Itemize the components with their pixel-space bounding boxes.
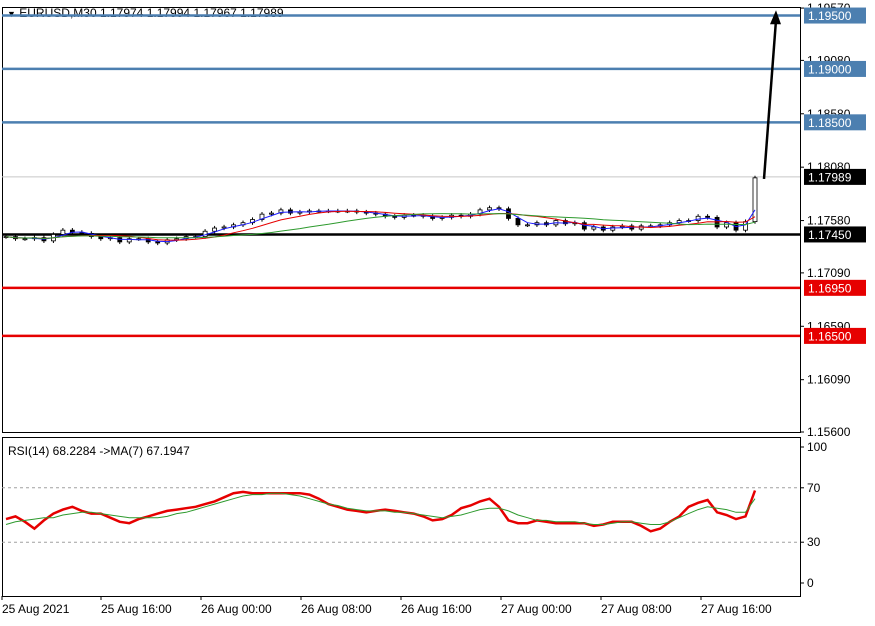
price-tick-label: 1.15600 [807,425,851,439]
rsi-title: RSI(14) 68.2284 ->MA(7) 67.1947 [8,444,190,458]
candle-body [221,226,227,229]
candle-body [525,224,530,227]
x-tick-label: 27 Aug 08:00 [601,602,672,616]
chart-canvas[interactable]: 1.195701.190801.185801.180801.175801.170… [0,0,875,626]
level-label: 1.16950 [808,281,852,295]
x-tick-label: 27 Aug 16:00 [701,602,772,616]
level-label: 1.19000 [808,62,852,76]
x-tick-label: 27 Aug 00:00 [501,602,572,616]
rsi-ma-line [5,492,756,525]
price-tick-label: 1.17580 [807,214,851,228]
candle-body [155,241,161,244]
target-arrow-head [770,10,781,25]
rsi-tick-label: 70 [807,481,821,495]
x-tick-label: 26 Aug 00:00 [201,602,272,616]
candle-body [22,238,28,241]
candle-body [515,218,521,226]
level-label: 1.18500 [808,116,852,130]
candle-body [591,226,597,230]
x-tick-label: 25 Aug 16:00 [101,602,172,616]
candle-body [269,212,274,215]
x-tick-label: 26 Aug 08:00 [301,602,372,616]
level-label: 1.17989 [808,170,852,184]
candle-body [705,215,710,218]
rsi-tick-label: 30 [807,535,821,549]
price-panel [2,7,801,433]
target-arrow-shaft [762,20,778,180]
candle-body [752,177,758,223]
rsi-tick-label: 100 [807,440,827,454]
x-tick-label: 26 Aug 16:00 [401,602,472,616]
x-tick-label: 25 Aug 2021 [2,602,70,616]
level-label: 1.16500 [808,329,852,343]
rsi-tick-label: 0 [807,576,814,590]
candle-body [487,207,492,211]
price-tick-label: 1.17090 [807,266,851,280]
candle-body [212,227,217,232]
level-label: 1.19500 [808,9,852,23]
price-tick-label: 1.16090 [807,373,851,387]
level-label: 1.17450 [808,228,852,242]
candle-body [60,229,66,235]
